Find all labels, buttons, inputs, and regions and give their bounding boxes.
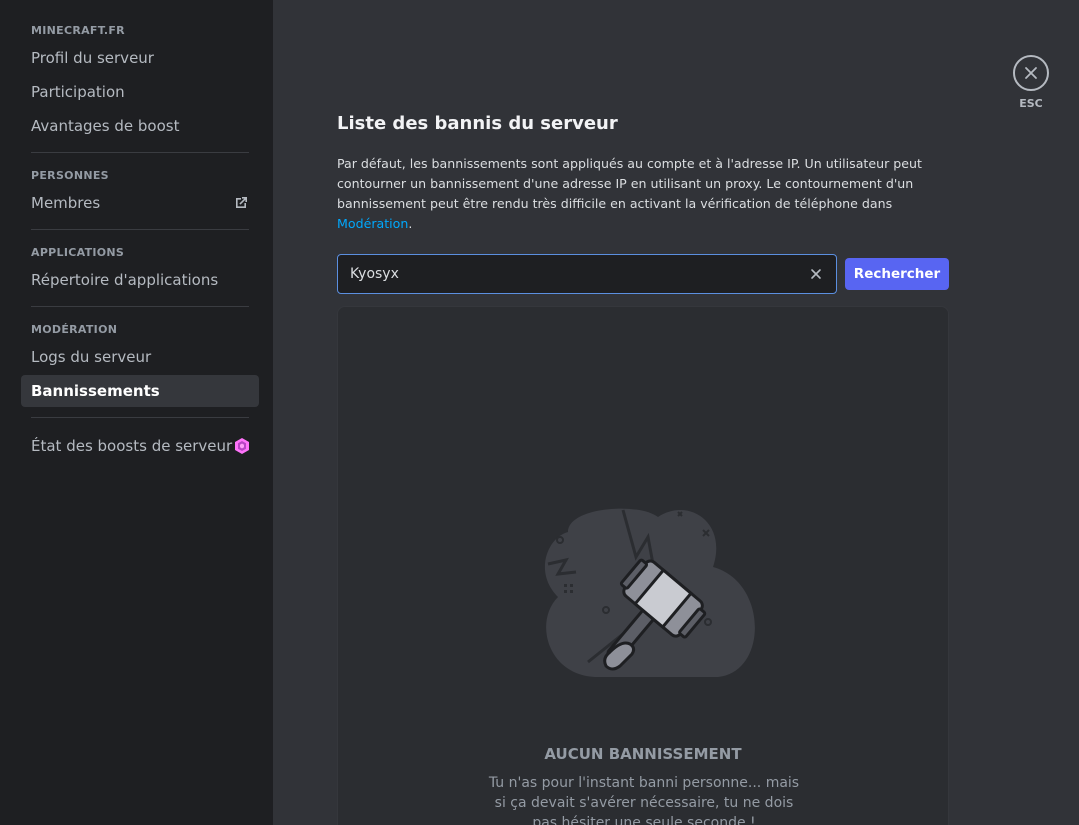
clear-icon[interactable] — [808, 266, 824, 282]
external-link-icon — [236, 197, 247, 208]
description-text: Par défaut, les bannissements sont appli… — [337, 156, 922, 211]
sidebar-divider — [31, 152, 249, 153]
sidebar-item-server-profile[interactable]: Profil du serveur — [21, 42, 259, 74]
search-row: Rechercher — [337, 254, 949, 294]
page-description: Par défaut, les bannissements sont appli… — [337, 154, 949, 234]
sidebar-item-label: Participation — [31, 83, 125, 101]
sidebar-item-label: Bannissements — [31, 382, 160, 400]
ban-hammer-illustration-icon — [544, 508, 755, 677]
sidebar-header-moderation: MODÉRATION — [31, 323, 118, 336]
sidebar-item-members[interactable]: Membres — [21, 187, 259, 219]
settings-sidebar: MINECRAFT.FR Profil du serveur Participa… — [0, 0, 273, 825]
sidebar-item-bans[interactable]: Bannissements — [21, 375, 259, 407]
sidebar-header-server: MINECRAFT.FR — [31, 24, 125, 37]
sidebar-divider — [31, 417, 249, 418]
close-control: ESC — [1013, 55, 1049, 110]
sidebar-item-boost-perks[interactable]: Avantages de boost — [21, 110, 259, 142]
page-title: Liste des bannis du serveur — [337, 113, 618, 134]
sidebar-item-label: Logs du serveur — [31, 348, 152, 366]
sidebar-item-label: Répertoire d'applications — [31, 271, 219, 289]
search-field — [337, 254, 837, 294]
sidebar-item-audit-log[interactable]: Logs du serveur — [21, 341, 259, 373]
sidebar-header-people: PERSONNES — [31, 169, 109, 182]
bans-content: Liste des bannis du serveur Par défaut, … — [337, 112, 949, 825]
sidebar-item-participation[interactable]: Participation — [21, 76, 259, 108]
sidebar-item-boost-status[interactable]: État des boosts de serveur — [21, 430, 259, 462]
bans-list-empty: AUCUN BANNISSEMENT Tu n'as pour l'instan… — [337, 306, 949, 825]
description-end: . — [408, 216, 413, 231]
boost-gem-icon — [235, 438, 249, 454]
sidebar-item-label: Membres — [31, 194, 101, 212]
sidebar-item-label: Profil du serveur — [31, 49, 154, 67]
sidebar-item-label: État des boosts de serveur — [31, 437, 233, 455]
sidebar-header-applications: APPLICATIONS — [31, 246, 125, 259]
close-button[interactable] — [1013, 55, 1049, 91]
sidebar-item-app-directory[interactable]: Répertoire d'applications — [21, 264, 259, 296]
search-button[interactable]: Rechercher — [845, 258, 949, 290]
sidebar-divider — [31, 229, 249, 230]
moderation-link[interactable]: Modération — [337, 216, 408, 231]
close-icon — [1025, 67, 1037, 79]
esc-label: ESC — [1019, 97, 1043, 110]
sidebar-item-label: Avantages de boost — [31, 117, 180, 135]
empty-state-text: Tu n'as pour l'instant banni personne...… — [488, 775, 800, 825]
empty-state-title: AUCUN BANNISSEMENT — [544, 745, 742, 763]
sidebar-divider — [31, 306, 249, 307]
search-input[interactable] — [350, 266, 808, 282]
